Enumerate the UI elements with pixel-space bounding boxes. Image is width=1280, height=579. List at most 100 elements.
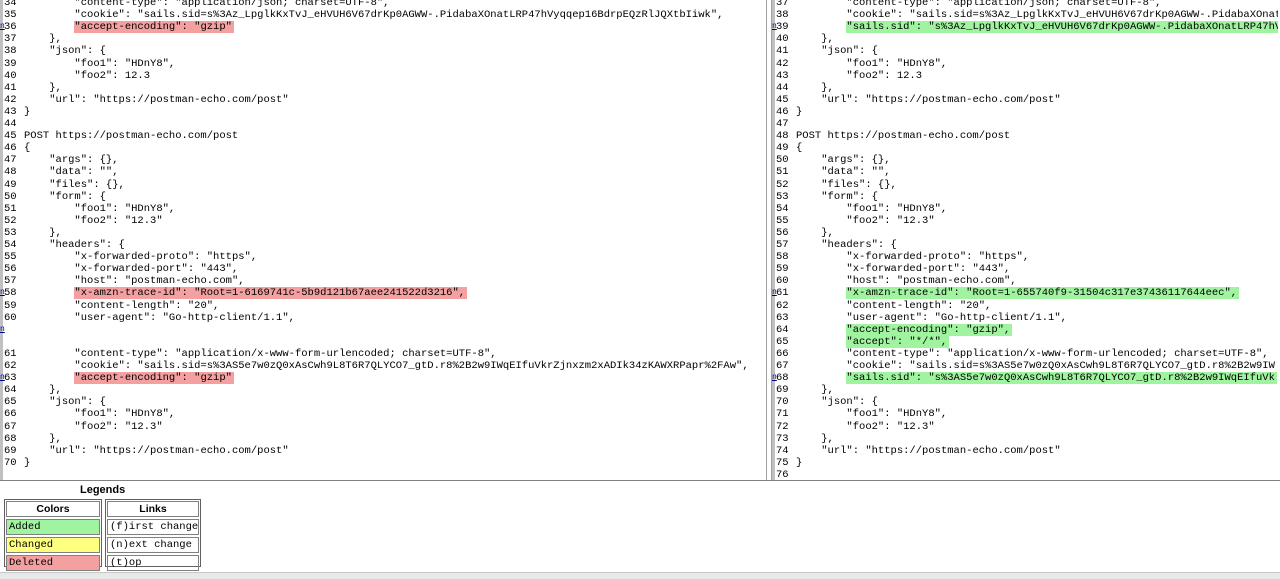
line-text: "foo1": "HDnY8", (846, 408, 948, 421)
diff-line: 71 "foo1": "HDnY8", (772, 408, 1278, 420)
next-change-anchor[interactable]: n (0, 323, 5, 336)
diff-line: 51 "foo1": "HDnY8", (0, 203, 766, 215)
line-text: "cookie": "sails.sid=s%3Az_LpglkKxTvJ_eH… (846, 9, 1278, 22)
diff-line: n 39 "sails.sid": "s%3Az_LpglkKxTvJ_eHVUH… (772, 21, 1278, 34)
left-diff-pane[interactable]: 34 "content-type": "application/json; ch… (0, 0, 766, 480)
line-number: 44 (4, 118, 17, 130)
added-text: "x-amzn-trace-id": "Root=1-655740f9-3150… (846, 287, 1240, 300)
line-number: 48 (4, 166, 17, 179)
line-code: "headers": { (24, 239, 766, 251)
line-number: 60 (4, 311, 17, 324)
diff-line: 54 "foo1": "HDnY8", (772, 203, 1278, 215)
line-number: 68 (4, 432, 17, 445)
diff-line: 59 "content-length": "20", (0, 300, 766, 312)
next-change-anchor[interactable]: n (0, 372, 5, 385)
right-diff-pane[interactable]: 37 "content-type": "application/json; ch… (772, 0, 1278, 480)
top-link[interactable]: (t)op (107, 555, 199, 571)
line-number: 42 (4, 93, 17, 106)
line-text: "url": "https://postman-echo.com/post" (49, 93, 289, 106)
line-code: }, (796, 384, 1278, 396)
diff-line: 37 "content-type": "application/json; ch… (772, 0, 1278, 9)
line-text: POST https://postman-echo.com/post (796, 130, 1011, 143)
line-number: 46 (4, 142, 17, 155)
line-code: "foo2": "12.3" (24, 215, 766, 227)
line-text: "x-forwarded-proto": "https", (846, 251, 1030, 264)
line-text: "host": "postman-echo.com", (846, 275, 1017, 288)
line-text: "json": { (821, 396, 878, 409)
line-text: "foo1": "HDnY8", (846, 202, 948, 215)
next-change-anchor[interactable]: n (772, 21, 777, 34)
line-text: } (24, 105, 31, 118)
diff-line: 54 "headers": { (0, 239, 766, 251)
diff-line: n 63 "accept-encoding": "gzip" (0, 372, 766, 385)
line-number: 64 (4, 384, 17, 397)
line-text: }, (821, 432, 834, 445)
line-number: 58 (776, 251, 789, 264)
diff-line: 47 (772, 118, 1278, 130)
line-number: 59 (4, 299, 17, 312)
first-change-link[interactable]: (f)irst change (107, 519, 199, 535)
line-code: "x-forwarded-proto": "https", (24, 251, 766, 263)
diff-line: 58 "x-forwarded-proto": "https", (772, 251, 1278, 263)
line-text: "url": "https://postman-echo.com/post" (49, 444, 289, 457)
line-number: 67 (776, 360, 789, 372)
diff-line: 65 "json": { (0, 396, 766, 408)
line-code: } (24, 457, 766, 469)
line-text: "json": { (49, 45, 106, 58)
line-code: "content-type": "application/x-www-form-… (796, 348, 1278, 360)
line-text: "args": {}, (49, 154, 119, 167)
line-number: 34 (4, 0, 17, 9)
line-number: 50 (4, 190, 17, 203)
diff-line: 70 "json": { (772, 396, 1278, 408)
line-text: "url": "https://postman-echo.com/post" (821, 444, 1061, 457)
next-change-anchor[interactable]: n (0, 287, 5, 300)
line-code: "cookie": "sails.sid=s%3Az_LpglkKxTvJ_eH… (24, 9, 766, 21)
diff-line: 69 "url": "https://postman-echo.com/post… (0, 445, 766, 457)
diff-line: 66 "content-type": "application/x-www-fo… (772, 348, 1278, 360)
line-number: 52 (776, 178, 789, 191)
next-change-anchor[interactable]: n (772, 372, 777, 385)
line-text: "content-length": "20", (74, 299, 220, 312)
line-number: 62 (4, 360, 17, 372)
line-code: POST https://postman-echo.com/post (796, 130, 1278, 142)
diff-line: 35 "cookie": "sails.sid=s%3Az_LpglkKxTvJ… (0, 9, 766, 21)
diff-line: 57 "host": "postman-echo.com", (0, 275, 766, 287)
line-number: 57 (776, 239, 789, 251)
line-number: 66 (776, 347, 789, 360)
diff-line: 57 "headers": { (772, 239, 1278, 251)
legend-separator (0, 480, 1280, 481)
diff-line: 73 }, (772, 433, 1278, 445)
line-number: 56 (4, 263, 17, 276)
line-code: "args": {}, (24, 154, 766, 166)
line-text: } (24, 456, 31, 469)
next-change-anchor[interactable]: n (0, 21, 5, 34)
line-number: 70 (4, 456, 17, 469)
line-number: 68 (776, 372, 789, 385)
line-code: "x-amzn-trace-id": "Root=1-655740f9-3150… (796, 287, 1278, 300)
line-text: "content-type": "application/json; chars… (846, 0, 1162, 9)
line-code: { (796, 142, 1278, 154)
line-text: "json": { (821, 45, 878, 58)
line-code: "accept-encoding": "gzip" (24, 21, 766, 34)
line-number: 53 (776, 190, 789, 203)
diff-line: 52 "files": {}, (772, 179, 1278, 191)
added-text: "sails.sid": "s%3AS5e7w0zQ0xAsCwh9L8T6R7… (846, 372, 1277, 385)
diff-line: 40 "foo2": 12.3 (0, 70, 766, 82)
deleted-text: "x-amzn-trace-id": "Root=1-6169741c-5b9d… (74, 287, 468, 300)
line-number: 36 (4, 21, 17, 34)
line-text: "foo1": "HDnY8", (846, 57, 948, 70)
line-code: "foo1": "HDnY8", (796, 58, 1278, 70)
line-number: 69 (776, 384, 789, 397)
line-text: } (796, 105, 803, 118)
line-code: "cookie": "sails.sid=s%3AS5e7w0zQ0xAsCwh… (24, 360, 766, 372)
line-code (24, 118, 766, 130)
diff-line: 51 "data": "", (772, 166, 1278, 178)
deleted-legend-item: Deleted (6, 555, 100, 571)
line-code: "host": "postman-echo.com", (796, 275, 1278, 287)
line-number: 51 (4, 202, 17, 215)
next-change-anchor[interactable]: n (772, 287, 777, 300)
changed-legend-item: Changed (6, 537, 100, 553)
line-text: }, (49, 226, 62, 239)
next-change-link[interactable]: (n)ext change (107, 537, 199, 553)
line-code: "foo2": "12.3" (24, 421, 766, 433)
